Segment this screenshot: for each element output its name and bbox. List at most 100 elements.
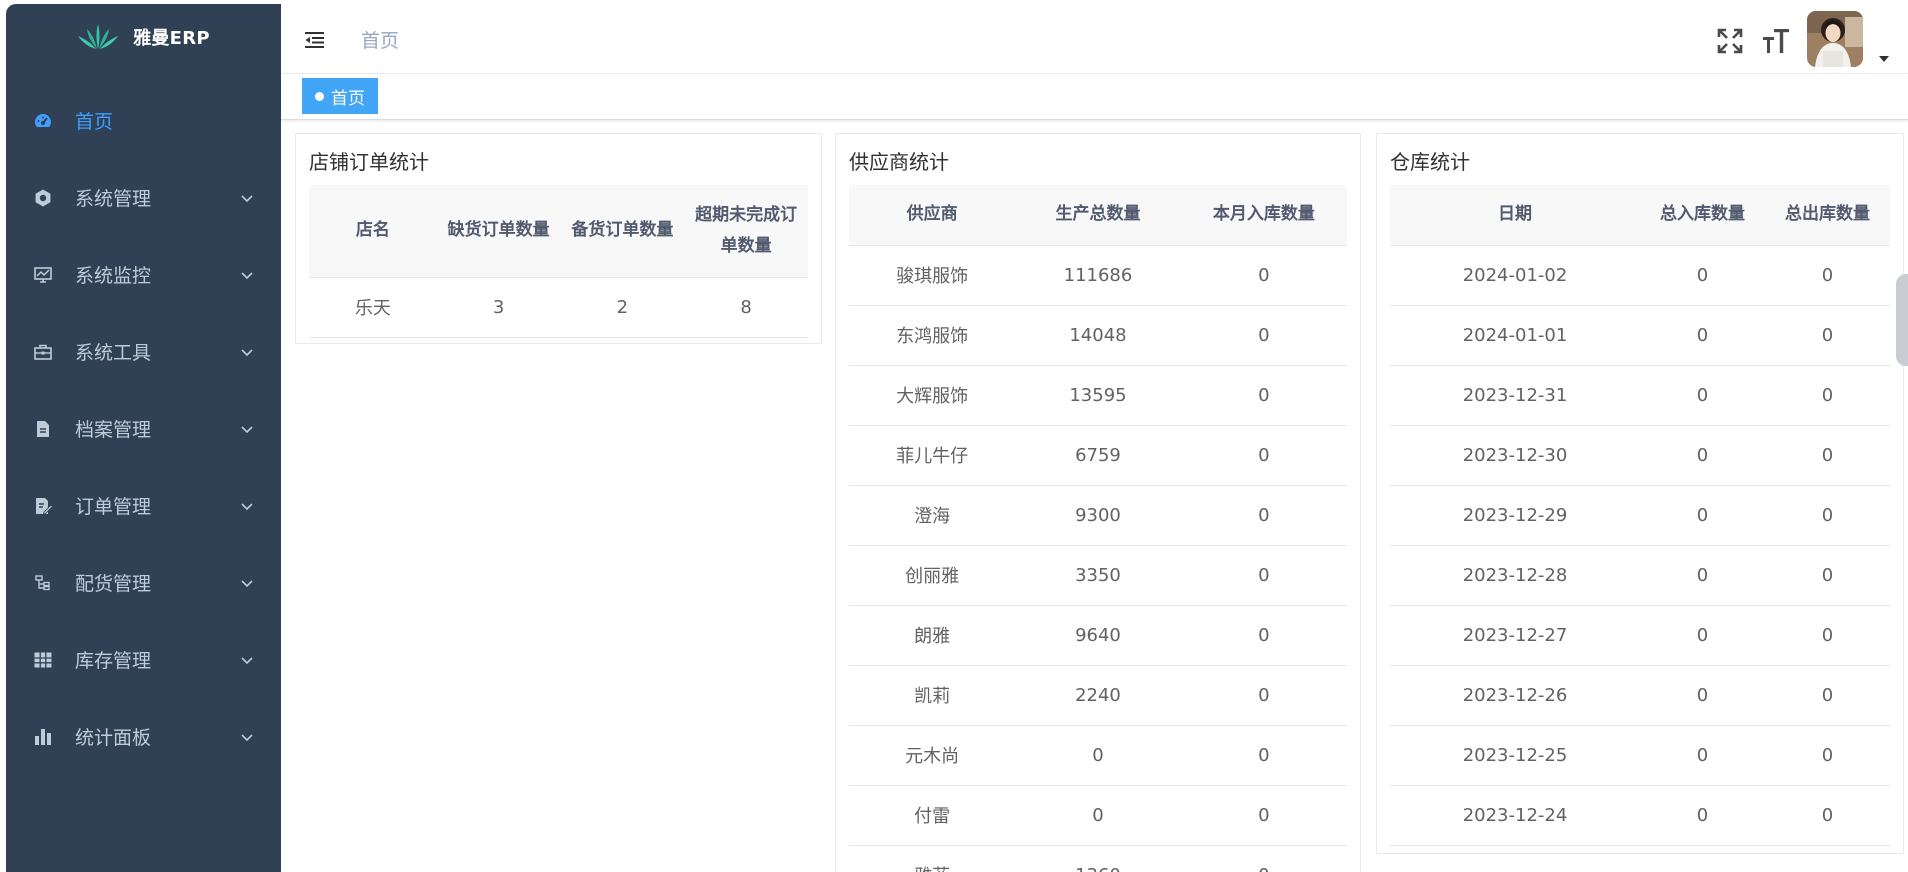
table-row: 2024-01-01 0 0 xyxy=(1390,305,1890,366)
table-row: 澄海 9300 0 xyxy=(849,485,1347,546)
card-title: 仓库统计 xyxy=(1390,150,1470,174)
table-cell: 0 xyxy=(1640,785,1765,846)
column-header: 生产总数量 xyxy=(1015,185,1181,246)
table-row: 付雷 0 0 xyxy=(849,785,1347,846)
table-cell: 0 xyxy=(1180,845,1347,872)
sidebar-item-system-monitor[interactable]: 系统监控 xyxy=(6,236,281,313)
table-cell: 0 xyxy=(1640,485,1765,546)
table-cell: 0 xyxy=(1180,485,1347,546)
column-header: 供应商 xyxy=(849,185,1016,246)
column-header: 超期未完成订单数量 xyxy=(684,185,808,278)
sidebar-item-archive-management[interactable]: 档案管理 xyxy=(6,390,281,467)
text-size-icon[interactable] xyxy=(1761,26,1791,56)
sidebar-item-label: 系统监控 xyxy=(75,265,152,287)
warehouse-stats-table: 日期 总入库数量 总出库数量 2024-01-02 0 0 2024-01-01 0 0… xyxy=(1390,185,1890,846)
table-cell: 澄海 xyxy=(849,485,1016,546)
sidebar-item-label: 档案管理 xyxy=(75,419,152,441)
table-cell: 2023-12-26 xyxy=(1390,665,1640,726)
table-row: 2023-12-30 0 0 xyxy=(1390,425,1890,486)
tags-view: 首页 xyxy=(281,74,1908,120)
sidebar-item-statistics-panel[interactable]: 统计面板 xyxy=(6,698,281,775)
document-icon xyxy=(33,419,53,439)
table-cell: 0 xyxy=(1640,245,1765,306)
table-cell: 0 xyxy=(1180,305,1347,366)
table-row: 元木尚 0 0 xyxy=(849,725,1347,786)
table-cell: 111686 xyxy=(1015,245,1181,306)
fullscreen-icon[interactable] xyxy=(1715,26,1745,56)
table-cell: 菲儿牛仔 xyxy=(849,425,1016,486)
caret-down-icon[interactable] xyxy=(1878,48,1890,67)
column-header: 总入库数量 xyxy=(1640,185,1765,246)
table-cell: 0 xyxy=(1640,605,1765,666)
table-cell: 0 xyxy=(1180,785,1347,846)
sidebar-item-inventory-management[interactable]: 库存管理 xyxy=(6,621,281,698)
table-row: 2023-12-27 0 0 xyxy=(1390,605,1890,666)
table-cell: 朗雅 xyxy=(849,605,1016,666)
bar-chart-icon xyxy=(33,727,53,747)
card-title: 供应商统计 xyxy=(849,150,949,174)
table-cell: 2240 xyxy=(1015,665,1181,726)
tag-home[interactable]: 首页 xyxy=(302,78,378,114)
table-cell: 0 xyxy=(1765,245,1890,306)
table-cell: 0 xyxy=(1640,725,1765,786)
supplier-stats-table: 供应商 生产总数量 本月入库数量 骏琪服饰 111686 0 东鸿服饰 14048 0 … xyxy=(849,185,1347,872)
table-cell: 2023-12-24 xyxy=(1390,785,1640,846)
sidebar-item-system-management[interactable]: 系统管理 xyxy=(6,159,281,236)
table-header-row: 日期 总入库数量 总出库数量 xyxy=(1390,185,1890,246)
table-row: 骏琪服饰 111686 0 xyxy=(849,245,1347,306)
chevron-down-icon xyxy=(241,656,253,664)
table-cell: 0 xyxy=(1640,425,1765,486)
chevron-down-icon xyxy=(241,579,253,587)
table-row: 凯莉 2240 0 xyxy=(849,665,1347,726)
chevron-down-icon xyxy=(241,502,253,510)
sidebar-item-order-management[interactable]: 订单管理 xyxy=(6,467,281,544)
table-cell: 0 xyxy=(1180,665,1347,726)
table-row: 2023-12-28 0 0 xyxy=(1390,545,1890,606)
table-cell: 付雷 xyxy=(849,785,1016,846)
active-dot-icon xyxy=(315,91,324,101)
logo-icon xyxy=(77,23,119,51)
brand[interactable]: 雅曼ERP xyxy=(6,4,281,70)
chevron-down-icon xyxy=(241,348,253,356)
sidebar-menu: 首页 系统管理 系统监控 系统工具 档案管理 订单管理 配货管理 库存管理 统计… xyxy=(6,82,281,775)
table-row: 雅菲13600 xyxy=(849,845,1347,872)
column-header: 备货订单数量 xyxy=(560,185,685,278)
table-cell: 0 xyxy=(1015,725,1181,786)
warehouse-stats-card: 仓库统计 日期 总入库数量 总出库数量 2024-01-02 0 0 2024-01… xyxy=(1376,133,1904,854)
sidebar-item-system-tools[interactable]: 系统工具 xyxy=(6,313,281,390)
table-cell: 3 xyxy=(436,277,561,338)
sidebar-item-home[interactable]: 首页 xyxy=(6,82,281,159)
chevron-down-icon xyxy=(241,425,253,433)
monitor-icon xyxy=(33,265,53,285)
app-name: 雅曼ERP xyxy=(133,28,210,49)
gear-icon xyxy=(33,188,53,208)
table-cell: 0 xyxy=(1640,665,1765,726)
avatar[interactable] xyxy=(1807,11,1863,67)
table-cell: 0 xyxy=(1180,245,1347,306)
table-cell: 9300 xyxy=(1015,485,1181,546)
table-cell: 0 xyxy=(1765,425,1890,486)
table-cell: 0 xyxy=(1765,545,1890,606)
table-row: 2023-12-24 0 0 xyxy=(1390,785,1890,846)
table-row: 大辉服饰 13595 0 xyxy=(849,365,1347,426)
table-cell: 2023-12-28 xyxy=(1390,545,1640,606)
table-cell: 大辉服饰 xyxy=(849,365,1016,426)
table-cell: 0 xyxy=(1765,605,1890,666)
table-cell: 骏琪服饰 xyxy=(849,245,1016,306)
sidebar-item-distribution-management[interactable]: 配货管理 xyxy=(6,544,281,621)
table-cell: 0 xyxy=(1015,785,1181,846)
side-drawer-handle[interactable] xyxy=(1896,274,1908,366)
table-cell: 0 xyxy=(1765,785,1890,846)
menu-fold-icon[interactable] xyxy=(303,28,327,56)
table-cell: 0 xyxy=(1180,725,1347,786)
table-cell: 0 xyxy=(1765,725,1890,786)
table-cell: 2023-12-29 xyxy=(1390,485,1640,546)
table-row: 菲儿牛仔 6759 0 xyxy=(849,425,1347,486)
table-cell: 6759 xyxy=(1015,425,1181,486)
chevron-down-icon xyxy=(241,271,253,279)
table-row: 2024-01-02 0 0 xyxy=(1390,245,1890,306)
order-edit-icon xyxy=(33,496,53,516)
tree-icon xyxy=(33,573,53,593)
breadcrumb: 首页 xyxy=(361,30,400,52)
tag-label: 首页 xyxy=(331,88,365,109)
